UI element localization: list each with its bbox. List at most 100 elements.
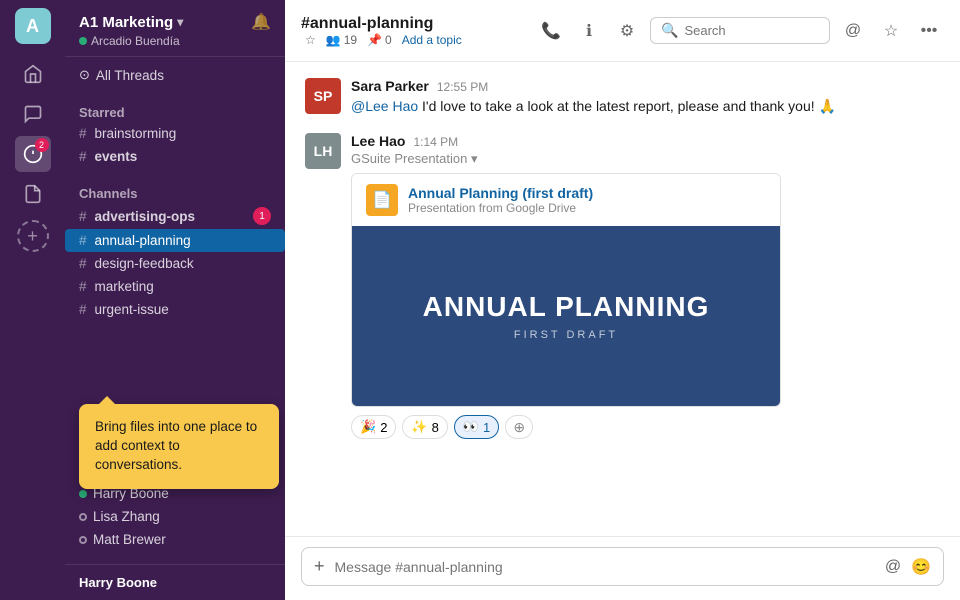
hash-icon: #: [79, 209, 87, 224]
hash-icon: #: [79, 279, 87, 294]
file-type-icon: 📄: [366, 184, 398, 216]
workspace-chevron: ▾: [177, 15, 183, 29]
hash-icon: #: [79, 233, 87, 248]
message-author: Lee Hao: [351, 133, 405, 149]
members-num: 19: [344, 33, 357, 47]
sidebar-item-annual-planning[interactable]: # annual-planning: [65, 229, 285, 252]
sidebar-header: A1 Marketing ▾ 🔔 Arcadio Buendía: [65, 0, 285, 57]
starred-header[interactable]: Starred: [65, 99, 285, 122]
file-card-header: 📄 Annual Planning (first draft) Presenta…: [352, 174, 780, 226]
user-status: Arcadio Buendía: [79, 34, 271, 48]
sidebar: A1 Marketing ▾ 🔔 Arcadio Buendía ⊙ All T…: [65, 0, 285, 600]
tooltip-text: Bring files into one place to add contex…: [95, 419, 257, 472]
home-icon-btn[interactable]: [15, 56, 51, 92]
message-author: Sara Parker: [351, 78, 429, 94]
header-actions: 📞 ℹ ⚙ 🔍 @ ☆ •••: [536, 16, 944, 46]
main-content: #annual-planning ☆ 👥 19 📌 0 Add a topic …: [285, 0, 960, 600]
reaction-eyes[interactable]: 👀 1: [454, 415, 499, 439]
members-count[interactable]: 👥 19: [326, 33, 357, 47]
reaction-count: 8: [432, 420, 439, 435]
channel-name: annual-planning: [95, 233, 191, 248]
at-input-icon[interactable]: @: [885, 558, 901, 576]
dm-icon-btn[interactable]: [15, 96, 51, 132]
reaction-emoji: ✨: [411, 419, 427, 435]
add-workspace-btn[interactable]: +: [17, 220, 49, 252]
reaction-party[interactable]: 🎉 2: [351, 415, 396, 439]
info-icon[interactable]: ℹ: [574, 16, 604, 46]
add-topic[interactable]: Add a topic: [402, 33, 462, 47]
sidebar-item-all-threads[interactable]: ⊙ All Threads: [65, 63, 285, 87]
files-icon-btn[interactable]: [15, 176, 51, 212]
channel-header: #annual-planning ☆ 👥 19 📌 0 Add a topic …: [285, 0, 960, 62]
message-header-lee: Lee Hao 1:14 PM: [351, 133, 940, 149]
sidebar-item-brainstorming[interactable]: # brainstorming: [65, 122, 285, 145]
message-header-sara: Sara Parker 12:55 PM: [351, 78, 940, 94]
sidebar-item-matt-brewer[interactable]: Matt Brewer: [65, 528, 285, 551]
tooltip-box: Bring files into one place to add contex…: [79, 404, 279, 489]
sidebar-item-urgent-issue[interactable]: # urgent-issue: [65, 298, 285, 321]
star-channel[interactable]: ☆: [305, 33, 316, 47]
search-input[interactable]: [684, 23, 819, 38]
bottom-user-name: Harry Boone: [79, 575, 271, 590]
reaction-count: 2: [380, 420, 387, 435]
at-icon[interactable]: @: [838, 16, 868, 46]
emoji-input-icon[interactable]: 😊: [911, 557, 931, 577]
sidebar-item-events[interactable]: # events: [65, 145, 285, 168]
workspace-user: Arcadio Buendía: [91, 34, 180, 48]
hash-icon: #: [79, 149, 87, 164]
sidebar-bottom: Harry Boone: [65, 564, 285, 600]
hash-icon: #: [79, 256, 87, 271]
channel-title-area: #annual-planning ☆ 👥 19 📌 0 Add a topic: [301, 15, 462, 47]
gsuite-label[interactable]: GSuite Presentation ▾: [351, 151, 940, 167]
star-icon[interactable]: ☆: [876, 16, 906, 46]
sidebar-item-marketing[interactable]: # marketing: [65, 275, 285, 298]
reactions-row: 🎉 2 ✨ 8 👀 1 ⊕: [351, 415, 940, 439]
mention[interactable]: @Lee Hao: [351, 98, 418, 114]
preview-subtitle: FIRST DRAFT: [514, 329, 618, 341]
pins-count[interactable]: 📌 0: [367, 33, 392, 47]
channel-name: brainstorming: [95, 126, 177, 141]
message-text-sara: @Lee Hao I'd love to take a look at the …: [351, 96, 940, 117]
channels-header[interactable]: Channels: [65, 180, 285, 203]
add-content-btn[interactable]: +: [314, 556, 325, 577]
starred-section: Starred # brainstorming # events: [65, 93, 285, 174]
sidebar-item-design-feedback[interactable]: # design-feedback: [65, 252, 285, 275]
add-reaction-btn[interactable]: ⊕: [505, 415, 533, 439]
icon-strip: A 2 +: [0, 0, 65, 600]
preview-title: ANNUAL PLANNING: [423, 291, 710, 323]
workspace-name-text: A1 Marketing: [79, 14, 173, 31]
message-content-lee: Lee Hao 1:14 PM GSuite Presentation ▾ 📄 …: [351, 133, 940, 439]
channel-name: events: [95, 149, 138, 164]
avatar-sara: SP: [305, 78, 341, 114]
bell-icon[interactable]: 🔔: [251, 12, 271, 32]
members-icon: 👥: [326, 33, 341, 47]
file-preview[interactable]: ANNUAL PLANNING FIRST DRAFT: [352, 226, 780, 406]
sidebar-item-lisa-zhang[interactable]: Lisa Zhang: [65, 505, 285, 528]
phone-icon[interactable]: 📞: [536, 16, 566, 46]
workspace-name[interactable]: A1 Marketing ▾: [79, 14, 183, 31]
activity-icon-btn[interactable]: 2: [15, 136, 51, 172]
gear-icon[interactable]: ⚙: [612, 16, 642, 46]
reaction-sparkles[interactable]: ✨ 8: [402, 415, 447, 439]
hash-icon: #: [79, 126, 87, 141]
file-subtitle: Presentation from Google Drive: [408, 201, 593, 215]
avatar-lee: LH: [305, 133, 341, 169]
reaction-emoji: 👀: [463, 419, 479, 435]
message-lee: LH Lee Hao 1:14 PM GSuite Presentation ▾…: [305, 133, 940, 439]
channels-section-wrapper: Channels # advertising-ops 1 # annual-pl…: [65, 174, 285, 327]
channels-section: Channels # advertising-ops 1 # annual-pl…: [65, 174, 285, 327]
channel-search[interactable]: 🔍: [650, 17, 830, 44]
more-icon[interactable]: •••: [914, 16, 944, 46]
reaction-emoji: 🎉: [360, 419, 376, 435]
message-input-box: + @ 😊: [301, 547, 944, 586]
sidebar-item-advertising-ops[interactable]: # advertising-ops 1: [65, 203, 285, 229]
file-name[interactable]: Annual Planning (first draft): [408, 185, 593, 201]
channel-name: marketing: [95, 279, 154, 294]
channel-title: #annual-planning: [301, 15, 462, 33]
dm-name: Matt Brewer: [93, 532, 166, 547]
message-time: 12:55 PM: [437, 80, 488, 94]
message-input[interactable]: [335, 559, 875, 575]
user-status-dot: [79, 37, 87, 45]
workspace-logo[interactable]: A: [15, 8, 51, 44]
all-threads-section: ⊙ All Threads: [65, 57, 285, 93]
